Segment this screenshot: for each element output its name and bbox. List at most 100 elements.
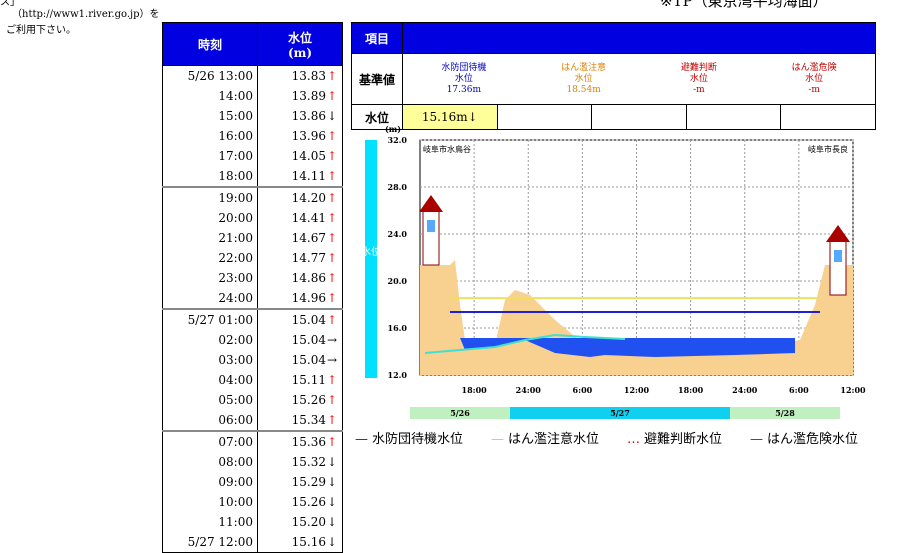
table-row: 5/26 13:00 13.83↑	[162, 65, 343, 86]
arrow-up-icon: ↑	[326, 211, 338, 225]
arrow-up-icon: ↑	[326, 435, 338, 449]
level-cell: 13.86↓	[257, 106, 343, 126]
standard-value: はん濫危険 水位 -m	[791, 62, 837, 95]
time-cell: 18:00	[162, 166, 258, 187]
x-tick-label: 6:00	[789, 385, 809, 395]
arrow-down-icon: ↓	[326, 109, 338, 123]
time-cell: 02:00	[162, 330, 258, 350]
level-cell: 15.04→	[257, 330, 343, 350]
x-tick-label: 12:00	[624, 385, 650, 395]
time-cell: 09:00	[162, 472, 258, 492]
arrow-up-icon: ↑	[326, 149, 338, 163]
level-cell: 15.29↓	[257, 472, 343, 492]
y-tick-label: 32.0	[388, 135, 408, 145]
header-time: 時刻	[162, 22, 258, 66]
time-cell: 5/27 12:00	[162, 532, 258, 553]
arrow-up-icon: ↑	[326, 129, 338, 143]
level-cell: 13.89↑	[257, 86, 343, 106]
table-row: 06:00 15.34↑	[162, 410, 343, 431]
url-note: （http://www1.river.go.jp）を	[12, 9, 160, 20]
standard-value: 水防団待機 水位 17.36m	[441, 62, 487, 95]
arrow-right-icon: →	[326, 353, 338, 367]
time-cell: 23:00	[162, 268, 258, 288]
time-cell: 15:00	[162, 106, 258, 126]
table-row: 20:00 14.41↑	[162, 208, 343, 228]
standard-label: 基準値	[351, 53, 403, 105]
level-cell: 15.34↑	[257, 410, 343, 431]
arrow-up-icon: ↑	[326, 231, 338, 245]
legend-item: — 水防団待機水位	[355, 432, 464, 447]
water-level-table: 時刻 水位 (m) 5/26 13:00 13.83↑ 14:00 13.89↑ 15:…	[162, 22, 343, 553]
time-cell: 24:00	[162, 288, 258, 309]
level-cell: 14.86↑	[257, 268, 343, 288]
time-cell: 22:00	[162, 248, 258, 268]
arrow-up-icon: ↑	[326, 69, 338, 83]
availability-note: ご利用下さい。	[6, 25, 76, 36]
table-row: 19:00 14.20↑	[162, 186, 343, 208]
table-row: 10:00 15.26↓	[162, 492, 343, 512]
arrow-down-icon: ↓	[326, 515, 338, 529]
arrow-right-icon: →	[326, 333, 338, 347]
time-cell: 05:00	[162, 390, 258, 410]
right-bank-label: 岐阜市長良	[808, 144, 848, 154]
time-cell: 5/26 13:00	[162, 65, 258, 86]
y-tick-label: 24.0	[388, 229, 408, 239]
x-tick-label: 18:00	[462, 385, 488, 395]
table-row: 21:00 14.67↑	[162, 228, 343, 248]
arrow-up-icon: ↑	[326, 313, 338, 327]
level-cell: 15.36↑	[257, 430, 343, 452]
time-cell: 04:00	[162, 370, 258, 390]
arrow-up-icon: ↑	[326, 373, 338, 387]
y-tick-label: 16.0	[388, 323, 408, 333]
arrow-up-icon: ↑	[326, 251, 338, 265]
level-cell: 15.04↑	[257, 308, 343, 330]
x-tick-label: 24:00	[516, 385, 542, 395]
date-label: 5/28	[775, 408, 795, 418]
table-row: 23:00 14.86↑	[162, 268, 343, 288]
arrow-up-icon: ↑	[326, 89, 338, 103]
info-table: 項目 基準値 水防団待機 水位 17.36m はん濫注意 水位 18.54m 避難判断 水位 -…	[351, 22, 876, 130]
table-row: 24:00 14.96↑	[162, 288, 343, 309]
arrow-down-icon: ↓	[326, 475, 338, 489]
level-cell: 14.05↑	[257, 146, 343, 166]
x-tick-label: 24:00	[732, 385, 758, 395]
y-tick-label: 28.0	[388, 182, 408, 192]
table-row: 16:00 13.96↑	[162, 126, 343, 146]
header-level: 水位 (m)	[257, 22, 343, 66]
table-row: 22:00 14.77↑	[162, 248, 343, 268]
arrow-down-icon: ↓	[326, 455, 338, 469]
time-cell: 14:00	[162, 86, 258, 106]
level-cell: 14.20↑	[257, 186, 343, 208]
level-cell: 14.11↑	[257, 166, 343, 187]
table-row: 05:00 15.26↑	[162, 390, 343, 410]
time-cell: 19:00	[162, 186, 258, 208]
legend: — 水防団待機水位 — はん濫注意水位 … 避難判断水位 — はん濫危険水位	[355, 428, 886, 447]
arrow-up-icon: ↑	[326, 291, 338, 305]
time-cell: 06:00	[162, 410, 258, 431]
time-cell: 17:00	[162, 146, 258, 166]
table-row: 14:00 13.89↑	[162, 86, 343, 106]
level-cell: 14.96↑	[257, 288, 343, 309]
arrow-up-icon: ↑	[326, 413, 338, 427]
standards-row: 水防団待機 水位 17.36m はん濫注意 水位 18.54m 避難判断 水位 -m はん濫危険水…	[402, 53, 876, 105]
table-row: 17:00 14.05↑	[162, 146, 343, 166]
standard-value: はん濫注意 水位 18.54m	[561, 62, 607, 95]
x-tick-label: 6:00	[573, 385, 593, 395]
side-bar	[365, 140, 377, 378]
side-label: 水位	[361, 245, 381, 258]
x-tick-label: 18:00	[678, 385, 704, 395]
level-cell: 13.96↑	[257, 126, 343, 146]
arrow-up-icon: ↑	[326, 191, 338, 205]
y-tick-label: 20.0	[388, 276, 408, 286]
time-cell: 08:00	[162, 452, 258, 472]
standard-value: 避難判断 水位 -m	[680, 62, 717, 95]
date-label: 5/27	[610, 408, 630, 418]
unit-label: (m)	[385, 125, 401, 134]
table-row: 07:00 15.36↑	[162, 430, 343, 452]
time-cell: 20:00	[162, 208, 258, 228]
table-row: 5/27 12:00 15.16↓	[162, 532, 343, 553]
time-cell: 03:00	[162, 350, 258, 370]
arrow-up-icon: ↑	[326, 271, 338, 285]
table-row: 04:00 15.11↑	[162, 370, 343, 390]
table-row: 11:00 15.20↓	[162, 512, 343, 532]
